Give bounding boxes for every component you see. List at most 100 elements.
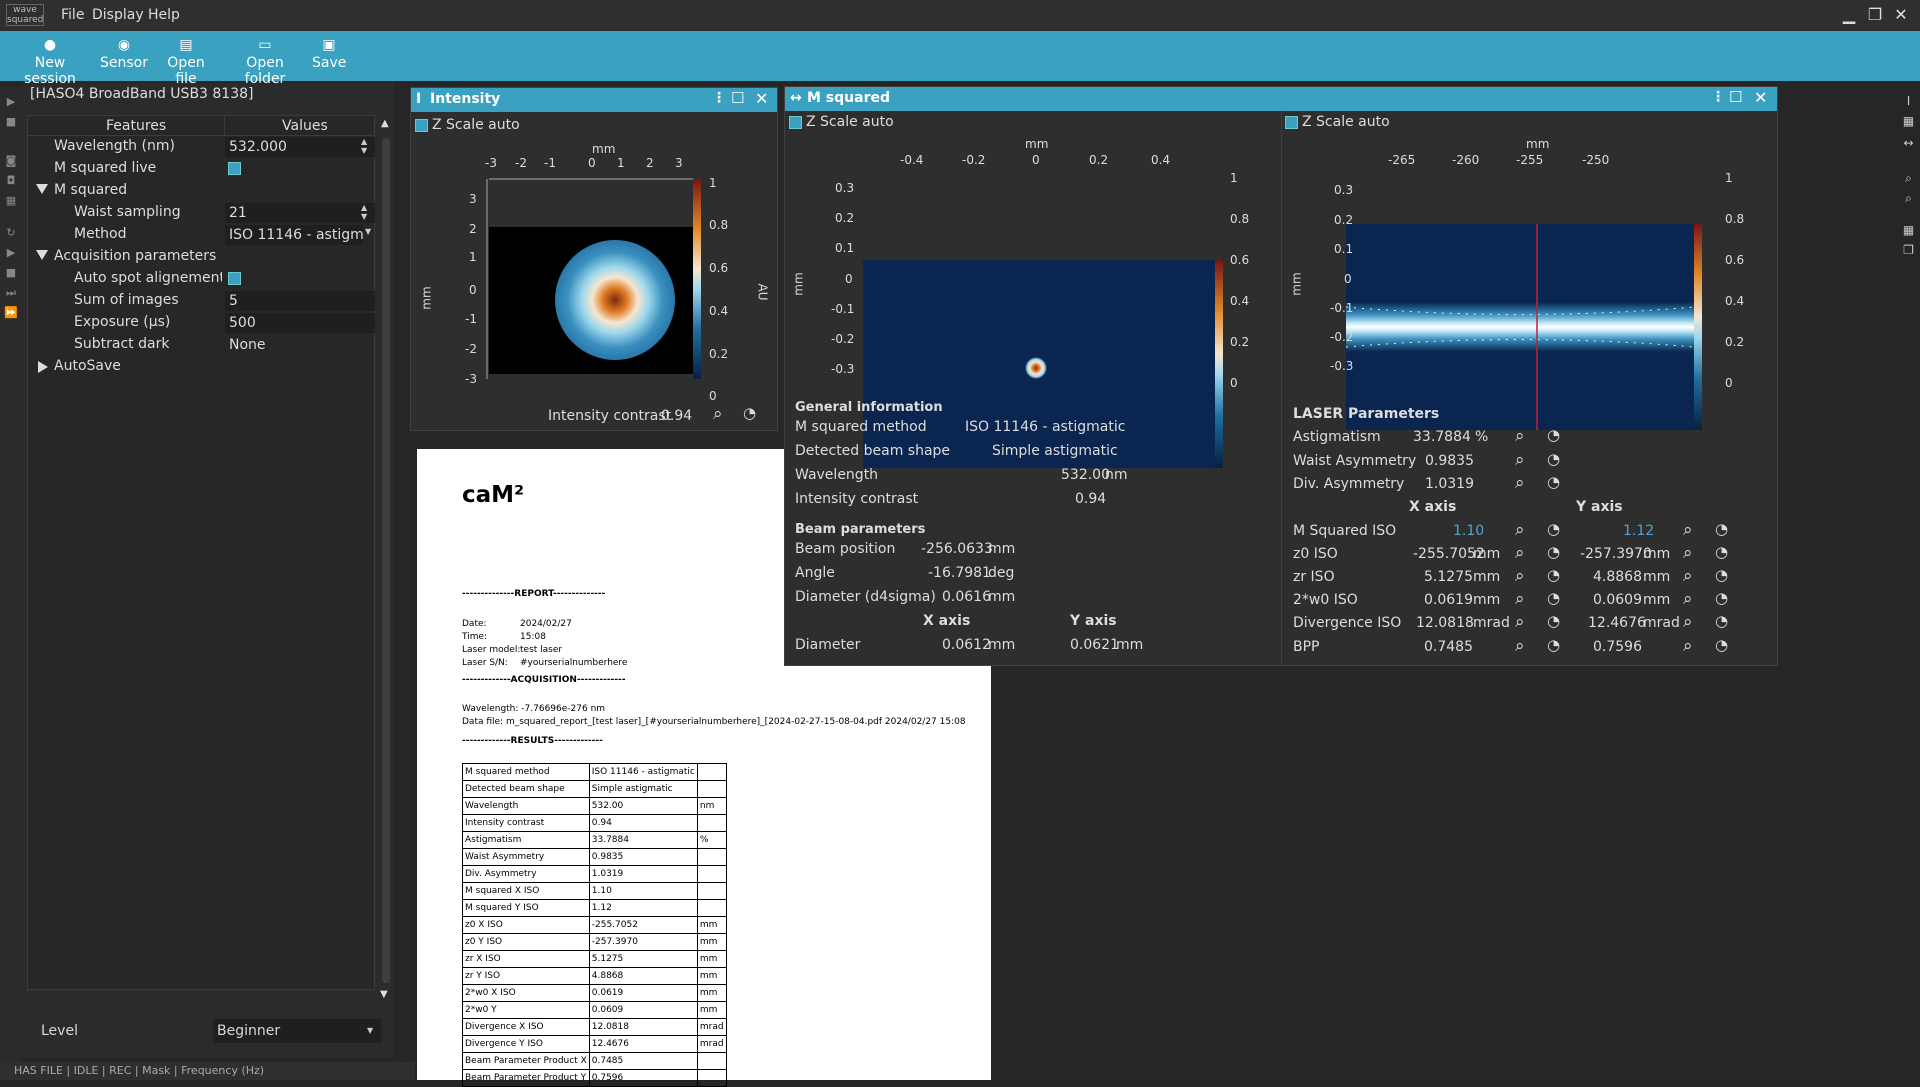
expand-arrow-icon[interactable]: [36, 184, 48, 194]
zoom-icon[interactable]: ⌕: [1515, 543, 1525, 563]
zoom-reset-icon[interactable]: ◔: [1715, 520, 1728, 538]
zoom-icon[interactable]: ⌕: [713, 404, 723, 424]
zoom-reset-icon[interactable]: ◔: [1547, 426, 1560, 444]
zoom-reset-icon[interactable]: ◔: [1547, 473, 1560, 491]
refresh-icon[interactable]: ↻: [4, 226, 18, 240]
zoom-reset-icon[interactable]: ◔: [1715, 566, 1728, 584]
close-window-icon[interactable]: ✕: [755, 89, 768, 108]
zscale-checkbox[interactable]: [789, 116, 802, 129]
sensor-button[interactable]: ◉ Sensor: [98, 35, 150, 79]
zoom-reset-icon[interactable]: ◔: [1715, 589, 1728, 607]
intensity-header[interactable]: I Intensity ⋮ ☐ ✕: [411, 88, 777, 112]
zoom-icon[interactable]: ⌕: [1515, 636, 1525, 656]
menu-display[interactable]: Display: [92, 7, 144, 23]
zoom-icon[interactable]: ⌕: [1683, 520, 1693, 540]
camera-multi-icon[interactable]: ◘: [4, 174, 18, 188]
layout-icon[interactable]: ▦: [1901, 223, 1916, 238]
fast-forward-icon[interactable]: ⏩: [4, 306, 18, 320]
msquared-header[interactable]: ↔ M squared ⋮ ☐ ✕: [785, 87, 1777, 111]
zoom-icon[interactable]: ⌕: [1683, 543, 1693, 563]
zoom-reset-icon[interactable]: ◔: [1547, 450, 1560, 468]
tree-row-wavelength[interactable]: Wavelength (nm) 532.000 ▲ ▼: [28, 136, 375, 158]
tree-row-exposure[interactable]: Exposure (µs) 500: [28, 312, 375, 334]
level-select[interactable]: Beginner ▼: [213, 1019, 381, 1043]
msquared-view-icon[interactable]: ↔: [1901, 136, 1916, 151]
zoom-reset-icon[interactable]: ◔: [1547, 566, 1560, 584]
method-select[interactable]: ISO 11146 - astigmatic: [225, 225, 363, 245]
menu-help[interactable]: Help: [148, 7, 180, 23]
zoom-reset-icon[interactable]: ◔: [1547, 520, 1560, 538]
zoom-reset-icon[interactable]: ◔: [1547, 612, 1560, 630]
zscale-checkbox[interactable]: [1285, 116, 1298, 129]
zoom-icon[interactable]: ⌕: [1683, 636, 1693, 656]
zoom-icon[interactable]: ⌕: [1515, 450, 1525, 470]
auto-spot-checkbox[interactable]: [228, 272, 241, 285]
zoom-reset-icon[interactable]: ◔: [1547, 636, 1560, 654]
maximize-icon[interactable]: ☐: [731, 89, 744, 107]
scroll-down-icon[interactable]: ▼: [380, 989, 388, 1000]
wavelength-spinner-icon[interactable]: ▲ ▼: [361, 137, 367, 155]
zoom-icon[interactable]: ⌕: [1515, 589, 1525, 609]
stop-step-icon[interactable]: ■: [4, 266, 18, 280]
tree-row-msquared[interactable]: M squared: [28, 180, 374, 202]
scroll-thumb[interactable]: [382, 138, 390, 983]
close-window-icon[interactable]: ✕: [1754, 88, 1767, 107]
camera-icon[interactable]: ◙: [4, 154, 18, 168]
subtract-dark-value[interactable]: None: [225, 335, 375, 355]
close-icon[interactable]: ✕: [1890, 5, 1912, 25]
zoom-reset-icon[interactable]: ◔: [1715, 543, 1728, 561]
stop-icon[interactable]: ■: [4, 115, 18, 129]
skip-end-icon[interactable]: ⏭: [4, 286, 18, 300]
zoom-icon[interactable]: ⌕: [1515, 426, 1525, 446]
search-icon[interactable]: ⌕: [1901, 191, 1916, 206]
save-button[interactable]: ▣ Save: [312, 35, 346, 79]
play-step-icon[interactable]: ▶: [4, 246, 18, 260]
zoom-icon[interactable]: ⌕: [1515, 473, 1525, 493]
tree-row-msquared-live[interactable]: M squared live: [28, 158, 374, 180]
zoom-reset-icon[interactable]: ◔: [1547, 543, 1560, 561]
menu-file[interactable]: File: [61, 7, 84, 23]
expand-arrow-icon[interactable]: [36, 250, 48, 260]
tree-row-sum-images[interactable]: Sum of images 5: [28, 290, 375, 312]
collapsed-arrow-icon[interactable]: [38, 361, 48, 373]
zoom-icon[interactable]: ⌕: [1515, 566, 1525, 586]
restore-icon[interactable]: ❐: [1864, 5, 1886, 25]
zoom-icon[interactable]: ⌕: [1683, 566, 1693, 586]
level-dropdown-icon[interactable]: ▼: [367, 1019, 373, 1043]
zoom-icon[interactable]: ⌕: [1683, 589, 1693, 609]
maximize-icon[interactable]: ☐: [1729, 88, 1742, 106]
open-file-button[interactable]: ▤ Open file: [156, 35, 216, 87]
more-options-icon[interactable]: ⋮: [712, 90, 726, 106]
zoom-icon[interactable]: ⌕: [1683, 612, 1693, 632]
msquared-live-checkbox[interactable]: [228, 162, 241, 175]
tree-row-waist-sampling[interactable]: Waist sampling 21 ▲ ▼: [28, 202, 375, 224]
zscale-checkbox[interactable]: [415, 119, 428, 132]
minimize-icon[interactable]: ▁: [1838, 5, 1860, 25]
tree-row-subtract-dark[interactable]: Subtract dark None: [28, 334, 374, 356]
tree-row-acquisition[interactable]: Acquisition parameters: [28, 246, 374, 268]
tree-row-method[interactable]: Method ISO 11146 - astigmatic ▼: [28, 224, 374, 246]
zoom-reset-icon[interactable]: ⌕: [1901, 171, 1916, 186]
pages-icon[interactable]: ❐: [1901, 243, 1916, 258]
zoom-reset-icon[interactable]: ◔: [743, 404, 756, 422]
zoom-icon[interactable]: ⌕: [1515, 612, 1525, 632]
film-icon[interactable]: ▦: [4, 194, 18, 208]
tree-row-autosave[interactable]: AutoSave: [28, 356, 374, 378]
zoom-reset-icon[interactable]: ◔: [1547, 589, 1560, 607]
intensity-view-icon[interactable]: I: [1901, 94, 1916, 109]
sum-images-input[interactable]: 5: [225, 291, 375, 311]
more-options-icon[interactable]: ⋮: [1711, 89, 1725, 105]
waist-sampling-input[interactable]: 21: [225, 203, 375, 223]
tree-row-auto-spot[interactable]: Auto spot alignement:...: [28, 268, 374, 290]
exposure-input[interactable]: 500: [225, 313, 375, 333]
scroll-up-icon[interactable]: ▲: [381, 118, 389, 129]
wavelength-input[interactable]: 532.000: [225, 137, 375, 157]
zoom-icon[interactable]: ⌕: [1515, 520, 1525, 540]
waist-spinner-icon[interactable]: ▲ ▼: [361, 203, 367, 221]
zoom-reset-icon[interactable]: ◔: [1715, 612, 1728, 630]
method-dropdown-icon[interactable]: ▼: [365, 227, 371, 236]
grid-view-icon[interactable]: ▦: [1901, 114, 1916, 129]
new-session-button[interactable]: ● New session: [10, 35, 90, 87]
tree-scrollbar[interactable]: ▲: [379, 116, 393, 991]
zoom-reset-icon[interactable]: ◔: [1715, 636, 1728, 654]
